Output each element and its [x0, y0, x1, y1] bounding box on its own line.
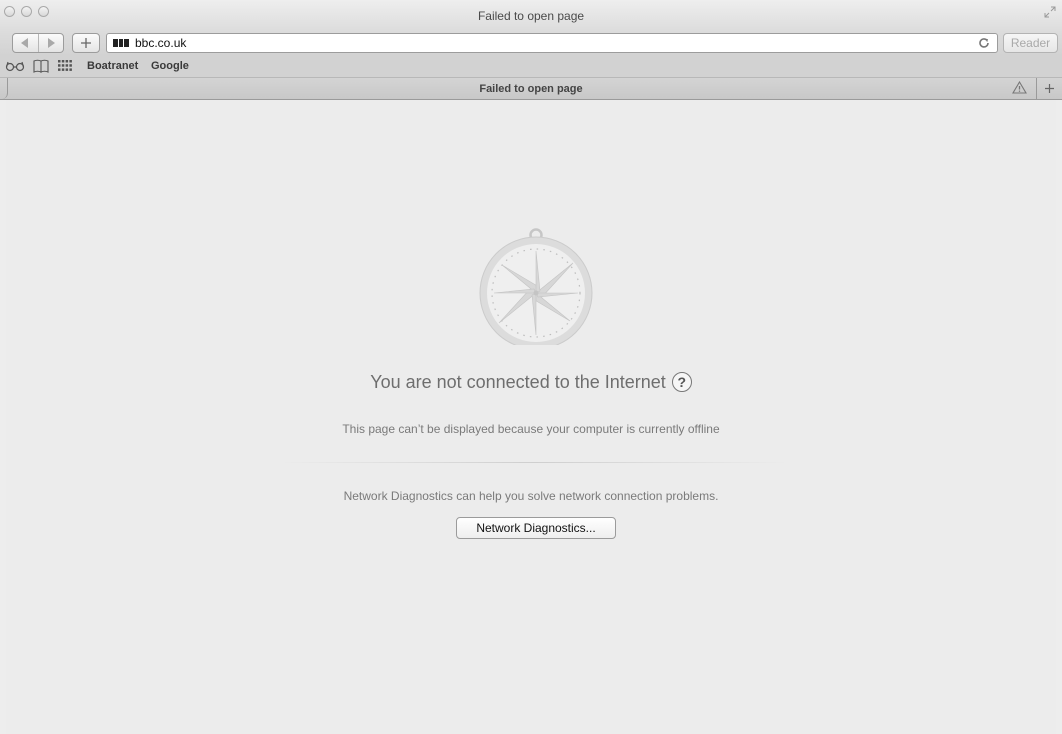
help-button[interactable]: ?	[671, 372, 692, 392]
title-bar: Failed to open page	[0, 0, 1062, 32]
bbc-favicon	[113, 39, 130, 47]
error-page: You are not connected to the Internet? T…	[6, 100, 1056, 734]
bookmarks-bar: Boatranet Google	[0, 56, 1062, 78]
compass-icon	[479, 228, 593, 345]
warning-icon	[1012, 81, 1027, 94]
toolbar: bbc.co.uk Reader	[0, 32, 1062, 56]
bookmark-boatranet[interactable]: Boatranet	[87, 60, 138, 72]
nav-buttons	[12, 33, 64, 53]
network-diagnostics-button[interactable]: Network Diagnostics...	[456, 517, 616, 539]
diagnostics-text: Network Diagnostics can help you solve n…	[343, 489, 719, 503]
fullscreen-icon[interactable]	[1044, 6, 1056, 18]
reader-button[interactable]: Reader	[1003, 33, 1058, 53]
reload-icon[interactable]	[977, 36, 991, 50]
error-headline: You are not connected to the Internet?	[6, 372, 1056, 393]
new-tab-button[interactable]	[1036, 78, 1062, 99]
reading-list-icon[interactable]	[5, 59, 25, 73]
back-button[interactable]	[13, 34, 38, 52]
bookmarks-icon[interactable]	[33, 59, 49, 73]
tab-bar: Failed to open page	[0, 78, 1062, 100]
forward-button[interactable]	[37, 34, 64, 52]
plus-icon	[1045, 84, 1054, 93]
add-bookmark-button[interactable]	[72, 33, 100, 53]
back-icon	[21, 38, 29, 48]
url-text: bbc.co.uk	[135, 36, 187, 50]
window-title: Failed to open page	[477, 9, 585, 23]
plus-icon	[81, 38, 91, 48]
top-sites-icon[interactable]	[58, 59, 72, 73]
error-subtitle: This page can’t be displayed because you…	[342, 422, 720, 436]
address-bar[interactable]: bbc.co.uk	[106, 33, 998, 53]
headline-text: You are not connected to the Internet	[370, 372, 666, 392]
forward-icon	[47, 38, 55, 48]
bookmark-google[interactable]: Google	[151, 60, 189, 72]
divider	[279, 462, 789, 463]
tab-active[interactable]: Failed to open page	[0, 83, 1062, 95]
